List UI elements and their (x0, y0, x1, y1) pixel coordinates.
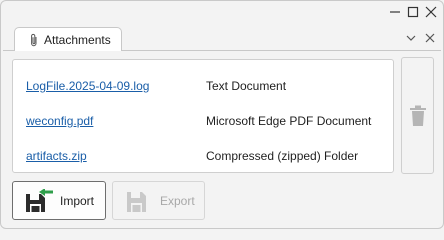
attachment-type: Compressed (zipped) Folder (206, 149, 359, 163)
paperclip-icon (31, 33, 37, 46)
import-icon (26, 189, 53, 212)
export-button[interactable]: Export (112, 181, 205, 220)
attachment-link[interactable]: artifacts.zip (26, 149, 87, 163)
close-icon (425, 6, 437, 18)
tab-attachments[interactable]: Attachments (14, 27, 122, 51)
list-item: artifacts.zip Compressed (zipped) Folder (13, 146, 393, 166)
import-label: Import (60, 193, 95, 208)
attachments-pane: LogFile.2025-04-09.log Text Document wec… (3, 50, 441, 227)
window-controls (387, 4, 439, 20)
maximize-icon (407, 6, 419, 18)
pane-controls (403, 30, 438, 46)
pane-close-button[interactable] (422, 30, 438, 46)
attachment-link[interactable]: weconfig.pdf (26, 114, 93, 128)
list-item: LogFile.2025-04-09.log Text Document (13, 76, 393, 96)
list-item: weconfig.pdf Microsoft Edge PDF Document (13, 111, 393, 131)
attachment-type: Text Document (206, 79, 287, 93)
attachment-link[interactable]: LogFile.2025-04-09.log (26, 79, 149, 93)
tab-label: Attachments (44, 32, 111, 47)
export-icon (127, 192, 146, 212)
maximize-button[interactable] (405, 4, 421, 20)
minimize-icon (390, 11, 400, 13)
export-label: Export (160, 193, 195, 208)
delete-button[interactable] (401, 57, 434, 174)
minimize-button[interactable] (387, 4, 403, 20)
close-icon (425, 33, 435, 43)
import-button[interactable]: Import (12, 181, 106, 220)
close-button[interactable] (423, 4, 439, 20)
attachments-window: Attachments LogFile.2025-04-09.log Text … (0, 0, 444, 229)
pane-collapse-button[interactable] (403, 30, 419, 46)
trash-icon (409, 105, 426, 126)
chevron-down-icon (406, 35, 416, 41)
attachment-type: Microsoft Edge PDF Document (206, 114, 372, 128)
attachments-list: LogFile.2025-04-09.log Text Document wec… (12, 59, 394, 173)
